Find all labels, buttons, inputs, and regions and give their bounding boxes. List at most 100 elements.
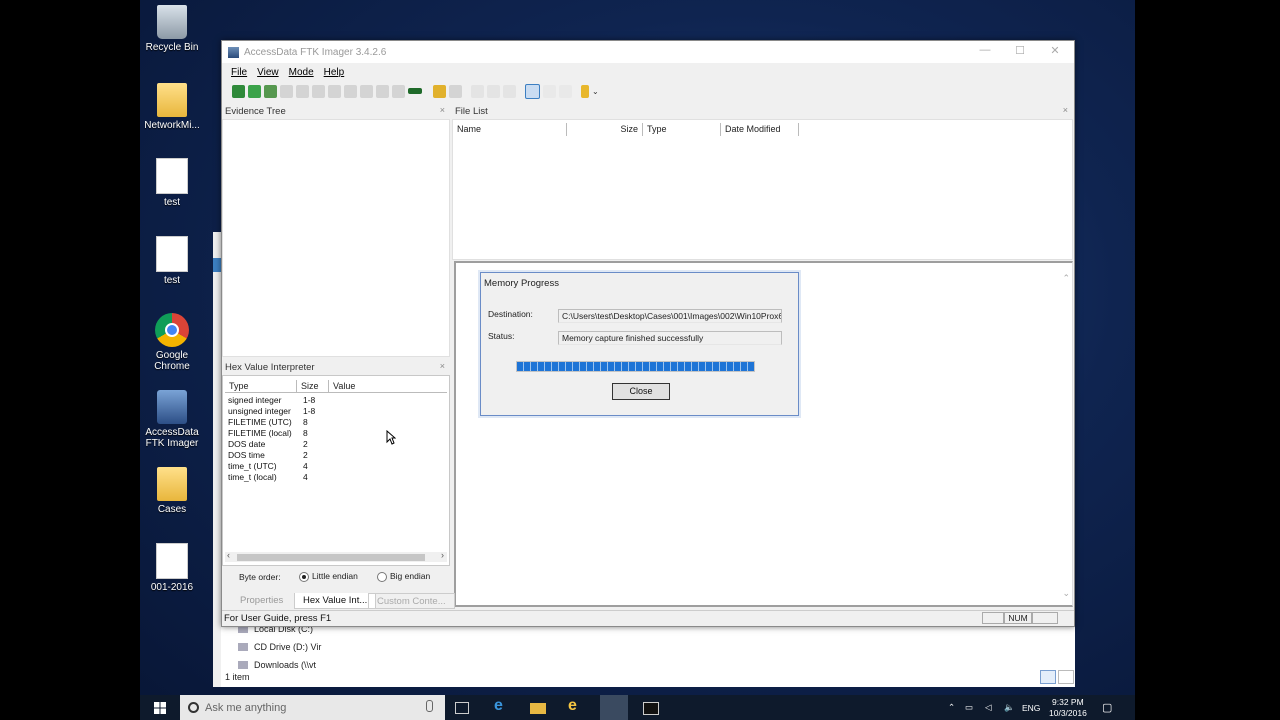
image-mounting-icon[interactable] <box>264 84 277 98</box>
evidence-tree[interactable] <box>222 119 450 357</box>
command-prompt-icon[interactable] <box>643 702 659 715</box>
title-bar[interactable]: AccessData FTK Imager 3.4.2.6 — ☐ ✕ <box>222 41 1074 63</box>
desktop-icon-cases[interactable]: Cases <box>140 467 204 515</box>
remove-all-evidence-icon[interactable] <box>296 84 309 98</box>
explorer-item-downloads[interactable]: Downloads (\\vt <box>238 660 316 670</box>
file-list-close-icon[interactable]: × <box>1063 105 1068 115</box>
desktop-icon-test-2[interactable]: test <box>140 236 204 286</box>
speaker-icon[interactable]: 🔈 <box>1004 702 1015 713</box>
decrypt-icon[interactable] <box>392 84 405 98</box>
big-endian-radio[interactable]: Big endian <box>377 571 430 582</box>
hex-row-type[interactable]: FILETIME (UTC) <box>228 417 292 427</box>
create-image-icon[interactable] <box>312 84 325 98</box>
desktop-icon-chrome[interactable]: Google Chrome <box>140 313 204 372</box>
hex-row-type[interactable]: DOS date <box>228 439 265 449</box>
tab-properties[interactable]: Properties <box>232 593 291 609</box>
desktop-icon-ftk-imager[interactable]: AccessData FTK Imager <box>140 390 204 449</box>
close-button[interactable]: ✕ <box>1040 44 1070 57</box>
hex-scroll-thumb[interactable] <box>237 554 425 561</box>
auto-view-icon[interactable] <box>525 83 540 99</box>
export-disk-image-icon[interactable] <box>328 84 341 98</box>
little-endian-radio[interactable]: Little endian <box>299 571 358 582</box>
ftk-imager-taskbar-button[interactable] <box>600 695 628 720</box>
export-files-icon[interactable] <box>433 84 446 98</box>
hex-interpreter-list[interactable]: Type Size Value signed integer 1-8 unsig… <box>222 375 450 566</box>
add-evidence-icon[interactable] <box>232 84 245 98</box>
mouse-cursor-icon <box>386 430 396 445</box>
help-icon[interactable] <box>581 84 589 98</box>
language-indicator[interactable]: ENG <box>1022 703 1040 713</box>
edge-icon[interactable]: e <box>494 697 510 714</box>
column-type[interactable]: Type <box>643 123 721 136</box>
desktop-icon-recycle-bin[interactable]: Recycle Bin <box>140 5 204 53</box>
menu-help[interactable]: Help <box>319 67 350 78</box>
scroll-left-icon[interactable]: ‹ <box>227 550 230 560</box>
minimize-button[interactable]: — <box>970 44 1000 56</box>
show-hidden-icons[interactable]: ⌃ <box>948 702 955 713</box>
menu-mode[interactable]: Mode <box>284 67 319 78</box>
text-view-icon[interactable] <box>543 84 556 98</box>
menu-file[interactable]: File <box>226 67 252 78</box>
microphone-icon[interactable] <box>426 700 433 712</box>
task-view-icon[interactable] <box>455 702 469 714</box>
byte-order-label: Byte order: <box>239 572 281 582</box>
hex-horizontal-scrollbar[interactable]: ‹ › <box>225 550 447 562</box>
toolbar-chevron-icon[interactable]: ⌄ <box>592 87 599 96</box>
large-icons-view-icon[interactable] <box>1058 670 1074 684</box>
internet-explorer-icon[interactable]: e <box>568 697 584 714</box>
action-center-icon[interactable]: ▢ <box>1102 701 1112 714</box>
explorer-item-label: CD Drive (D:) Vir <box>254 642 322 652</box>
hex-row-type[interactable]: time_t (local) <box>228 472 277 482</box>
close-dialog-button[interactable]: Close <box>612 383 670 400</box>
clock-time[interactable]: 9:32 PM <box>1052 697 1084 707</box>
hex-view-icon[interactable] <box>559 84 572 98</box>
explorer-item-cd-drive[interactable]: CD Drive (D:) Vir <box>238 642 321 652</box>
scroll-right-icon[interactable]: › <box>441 550 444 560</box>
desktop-icon-test-1[interactable]: test <box>140 158 204 208</box>
details-view-icon[interactable] <box>1040 670 1056 684</box>
taskbar: Ask me anything e e ⌃ ▭ ◁ 🔈 ENG 9:32 PM … <box>140 695 1135 720</box>
column-date-modified[interactable]: Date Modified <box>721 123 799 136</box>
file-list[interactable]: Name Size Type Date Modified <box>452 119 1073 260</box>
evidence-tree-close-icon[interactable]: × <box>440 105 445 115</box>
tab-custom-content[interactable]: Custom Conte... <box>368 593 455 609</box>
hex-row-type[interactable]: signed integer <box>228 395 281 405</box>
clock-date[interactable]: 10/3/2016 <box>1049 708 1087 718</box>
volume-icon[interactable]: ◁ <box>985 702 992 713</box>
view-files-icon[interactable] <box>471 84 484 98</box>
view-dir-icon[interactable] <box>487 84 500 98</box>
view-list-icon[interactable] <box>503 84 516 98</box>
hex-interpreter-close-icon[interactable]: × <box>440 361 445 371</box>
hex-column-value[interactable]: Value <box>329 380 447 393</box>
add-to-custom-image-icon[interactable] <box>360 84 373 98</box>
hex-row-type[interactable]: FILETIME (local) <box>228 428 292 438</box>
create-custom-image-icon[interactable] <box>376 84 389 98</box>
export-logical-image-icon[interactable] <box>344 84 357 98</box>
cortana-icon <box>188 702 199 713</box>
hex-column-type[interactable]: Type <box>225 380 297 393</box>
maximize-button[interactable]: ☐ <box>1005 44 1035 57</box>
column-size[interactable]: Size <box>567 123 643 136</box>
hex-row-type[interactable]: DOS time <box>228 450 265 460</box>
hex-column-size[interactable]: Size <box>297 380 329 393</box>
add-all-evidence-icon[interactable] <box>248 84 261 98</box>
network-icon[interactable]: ▭ <box>965 702 973 713</box>
text-file-icon <box>156 158 188 194</box>
menu-view[interactable]: View <box>252 67 284 78</box>
remove-evidence-icon[interactable] <box>280 84 293 98</box>
menu-view-label: View <box>257 66 279 78</box>
windows-start-icon[interactable] <box>154 702 166 714</box>
tab-hex-value-interpreter[interactable]: Hex Value Int... <box>294 593 377 609</box>
scroll-up-icon[interactable]: ⌃ <box>1062 273 1070 284</box>
cortana-search-box[interactable]: Ask me anything <box>180 695 445 720</box>
hex-row-type[interactable]: time_t (UTC) <box>228 461 277 471</box>
destination-field[interactable]: C:\Users\test\Desktop\Cases\001\Images\0… <box>558 309 782 323</box>
scroll-down-icon[interactable]: ⌄ <box>1062 588 1070 599</box>
file-explorer-icon[interactable] <box>530 703 546 714</box>
hex-row-type[interactable]: unsigned integer <box>228 406 291 416</box>
desktop-icon-networkmi[interactable]: NetworkMi... <box>140 83 204 131</box>
capture-memory-icon[interactable] <box>408 88 422 94</box>
column-name[interactable]: Name <box>453 123 567 136</box>
export-hash-icon[interactable] <box>449 84 462 98</box>
desktop-icon-001-2016[interactable]: 001-2016 <box>140 543 204 593</box>
